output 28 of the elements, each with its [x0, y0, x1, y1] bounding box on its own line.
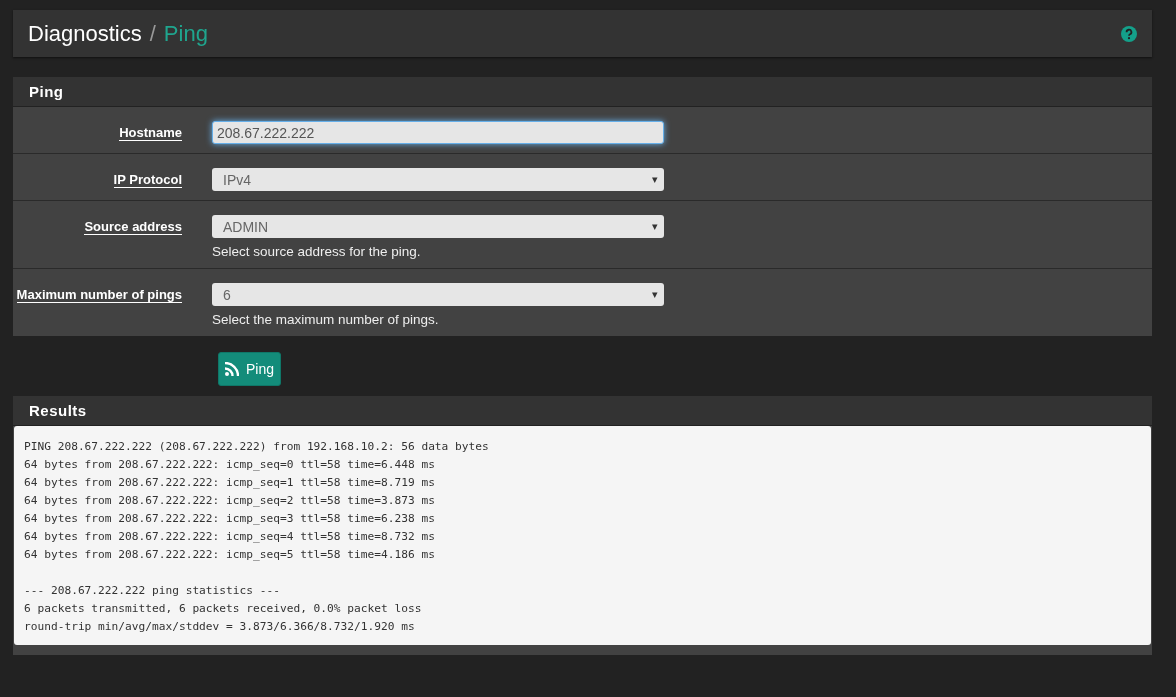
rss-icon: [225, 362, 239, 376]
help-icon[interactable]: [1121, 25, 1137, 42]
output-line: 6 packets transmitted, 6 packets received, 0.0% packet loss: [24, 601, 423, 617]
panel-title: Results: [13, 396, 1152, 426]
hostname-input[interactable]: 208.67.222.222: [212, 121, 664, 144]
dropdown-select[interactable]: IPv4 ▾: [212, 168, 664, 191]
dropdown-select[interactable]: 6 ▾: [212, 283, 664, 306]
field-label: Source address: [84, 219, 182, 235]
field-label: Hostname: [119, 125, 182, 141]
breadcrumb-separator: /: [149, 20, 156, 47]
ping-button[interactable]: Ping: [218, 352, 282, 386]
output-line: 64 bytes from 208.67.222.222: icmp_seq=3 ttl=58 time=6.238 ms: [24, 511, 436, 527]
help-text: Select source address for the ping.: [212, 244, 422, 259]
breadcrumb-section[interactable]: Diagnostics: [28, 20, 142, 47]
output-line: round-trip min/avg/max/stddev = 3.873/6.366/8.732/1.920 ms: [24, 619, 416, 635]
panel-title: Ping: [13, 77, 1152, 107]
output-line: 64 bytes from 208.67.222.222: icmp_seq=1 ttl=58 time=8.719 ms: [24, 475, 436, 491]
output-line: 64 bytes from 208.67.222.222: icmp_seq=5 ttl=58 time=4.186 ms: [24, 547, 436, 563]
output-line: 64 bytes from 208.67.222.222: icmp_seq=4 ttl=58 time=8.732 ms: [24, 529, 436, 545]
breadcrumb-current: Ping: [163, 20, 208, 47]
output-line: --- 208.67.222.222 ping statistics ---: [24, 583, 281, 599]
field-label: IP Protocol: [113, 172, 182, 188]
output-line: 64 bytes from 208.67.222.222: icmp_seq=0 ttl=58 time=6.448 ms: [24, 457, 436, 473]
field-label: Maximum number of pings: [16, 287, 182, 303]
dropdown-select[interactable]: ADMIN ▾: [212, 215, 664, 238]
output-line: PING 208.67.222.222 (208.67.222.222) from 192.168.10.2: 56 data bytes: [24, 439, 490, 455]
output-line: 64 bytes from 208.67.222.222: icmp_seq=2 ttl=58 time=3.873 ms: [24, 493, 436, 509]
help-text: Select the maximum number of pings.: [212, 312, 440, 327]
